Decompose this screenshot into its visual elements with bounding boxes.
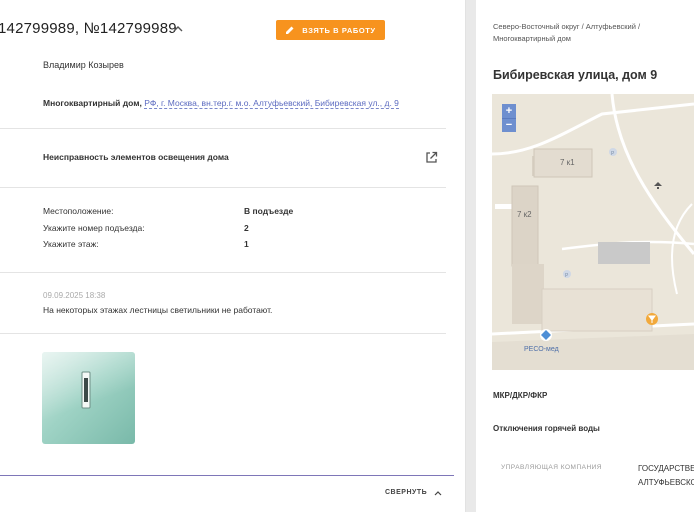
comment-text: На некоторых этажах лестницы светильники…: [43, 305, 273, 315]
address-type: Многоквартирный дом,: [43, 98, 142, 108]
management-company-value: ГОСУДАРСТВЕННОЕ АЛТУФЬЕВСКОГО: [638, 462, 694, 490]
divider: [0, 187, 446, 188]
breadcrumb: Северо-Восточный округ / Алтуфьевский / …: [493, 22, 641, 43]
field-value: В подъезде: [244, 206, 294, 216]
collapse-label: СВЕРНУТЬ: [385, 489, 428, 496]
management-company-line-1: ГОСУДАРСТВЕННОЕ: [638, 464, 694, 473]
request-panel: 142799989, №142799989 ВЗЯТЬ В РАБОТУ Вла…: [0, 0, 466, 512]
chevron-up-icon: [434, 490, 442, 495]
section-mkr: МКР/ДКР/ФКР: [493, 391, 548, 400]
applicant-name: Владимир Козырев: [43, 60, 124, 70]
map-canvas: P P 7 к1 7 к2 РЕСО-мед: [492, 94, 694, 370]
section-hot-water: Отключения горячей воды: [493, 424, 600, 433]
attachment-photo[interactable]: [42, 352, 135, 444]
column-label-management: УПРАВЛЯЮЩАЯ КОМПАНИЯ: [501, 464, 603, 471]
field-value: 2: [244, 223, 249, 233]
divider: [0, 128, 446, 129]
object-title: Бибиревская улица, дом 9: [493, 68, 658, 82]
management-company-line-2: АЛТУФЬЕВСКОГО: [638, 478, 694, 487]
pencil-icon: [286, 26, 294, 34]
divider: [0, 333, 446, 334]
address-link[interactable]: РФ, г. Москва, вн.тер.г. м.о. Алтуфьевск…: [144, 98, 399, 109]
map[interactable]: P P 7 к1 7 к2 РЕСО-мед + −: [492, 94, 694, 370]
chevron-up-icon[interactable]: [172, 24, 184, 34]
section-underline: [0, 475, 454, 476]
request-title: 142799989, №142799989: [0, 20, 177, 37]
building-label: 7 к1: [560, 158, 575, 167]
field-value: 1: [244, 239, 249, 249]
lamp-icon: [81, 371, 91, 409]
field-label: Местоположение:: [43, 206, 114, 216]
divider: [0, 272, 446, 273]
address-line: Многоквартирный дом, РФ, г. Москва, вн.т…: [43, 98, 399, 109]
field-label: Укажите номер подъезда:: [43, 223, 145, 233]
object-panel: Северо-Восточный округ / Алтуфьевский / …: [476, 0, 694, 512]
open-external-icon[interactable]: [425, 151, 438, 164]
zoom-in-button[interactable]: +: [502, 104, 516, 118]
collapse-button[interactable]: СВЕРНУТЬ: [385, 489, 442, 496]
take-to-work-button[interactable]: ВЗЯТЬ В РАБОТУ: [276, 20, 385, 40]
poi-label: РЕСО-мед: [524, 346, 559, 353]
zoom-out-button[interactable]: −: [502, 118, 516, 132]
issue-title: Неисправность элементов освещения дома: [43, 152, 229, 162]
take-to-work-label: ВЗЯТЬ В РАБОТУ: [302, 25, 376, 35]
field-label: Укажите этаж:: [43, 239, 99, 249]
building-label: 7 к2: [517, 210, 532, 219]
comment-timestamp: 09.09.2025 18:38: [43, 291, 106, 300]
